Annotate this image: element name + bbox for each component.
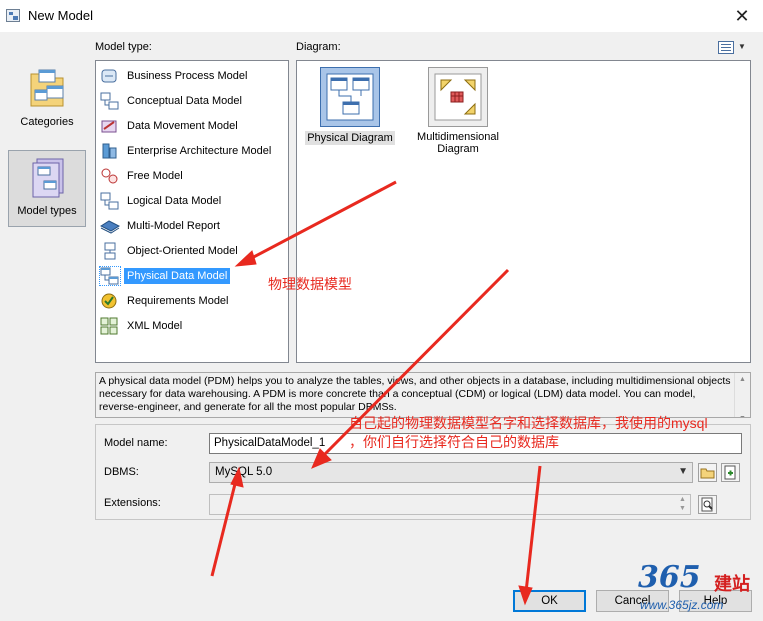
watermark-url: www.365jz.com <box>640 598 724 612</box>
close-icon[interactable]: ✕ <box>729 4 755 28</box>
site-watermark: 365 建站 www.365jz.com <box>636 560 761 618</box>
new-model-dialog: Categories Model types Model type: Diagr… <box>0 32 763 621</box>
app-icon <box>6 9 20 22</box>
physical-data-model-annotation: 物理数据模型 <box>268 276 352 292</box>
window-title: New Model <box>28 8 94 23</box>
watermark-number: 365 <box>638 560 701 595</box>
model-name-annotation-line1: 自己起的物理数据模型名字和选择数据库，我使用的mysql <box>349 415 708 431</box>
watermark-brand: 建站 <box>714 574 750 594</box>
model-name-annotation-line2: ，你们自行选择符合自己的数据库 <box>349 434 559 450</box>
title-bar: New Model ✕ <box>0 0 763 32</box>
annotation-arrows <box>210 180 542 606</box>
